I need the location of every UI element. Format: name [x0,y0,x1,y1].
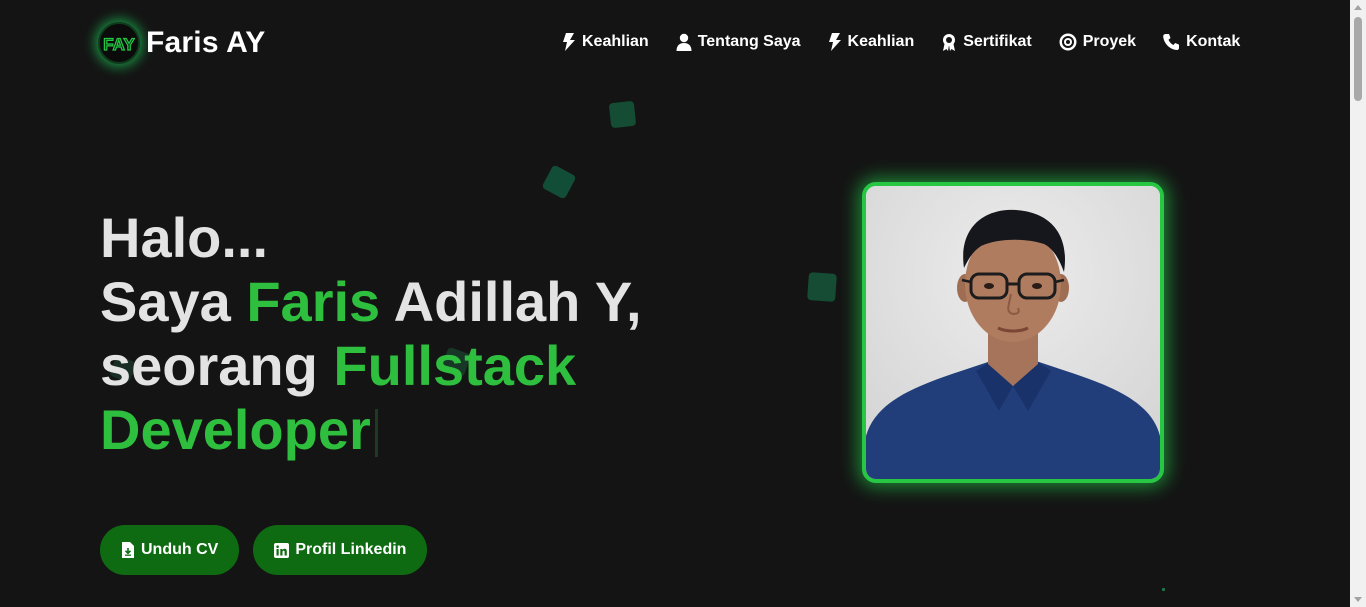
hero-highlight-role: Fullstack [333,334,577,397]
nav-item-label: Sertifikat [963,33,1032,50]
nav-item-label: Kontak [1186,33,1241,50]
hero-highlight-developer: Developer [100,398,371,461]
target-icon [1059,33,1077,51]
typing-cursor [374,409,378,457]
nav-item-keahlian[interactable]: Keahlian [562,33,649,51]
decorative-square [541,164,577,200]
nav-item-sertifikat[interactable]: Sertifikat [941,33,1032,51]
svg-text:FAY: FAY [103,35,135,54]
nav-item-label: Proyek [1082,33,1137,50]
download-cv-button[interactable]: Unduh CV [100,525,240,575]
main-nav: Keahlian Tentang Saya Keahlian Sertifika… [562,33,1240,51]
logo: FAY [98,22,140,64]
page-scrollbar[interactable] [1350,0,1366,607]
decorative-square [807,272,837,302]
hero-line-role-2: Developer [100,398,642,462]
hero-line-greeting: Halo... [100,206,269,269]
brand-name: Faris AY [146,26,266,59]
nav-item-label: Keahlian [847,33,915,50]
nav-item-label: Keahlian [582,33,649,50]
decorative-square [608,100,637,129]
bolt-icon [828,33,841,51]
hero-highlight-name: Faris [246,270,381,333]
bolt-icon [563,33,575,51]
header: FAY Faris AY Keahlian Tentang Saya Keahl… [0,0,1350,88]
user-icon [676,33,692,51]
nav-item-label: Tentang Saya [697,33,801,50]
hero-buttons: Unduh CV Profil Linkedin [100,525,428,575]
award-icon [943,34,956,51]
scroll-down-arrow-icon[interactable] [1354,597,1362,602]
hero-line-name: Saya Faris Adillah Y, [100,270,642,334]
hero-text: Adillah Y, [380,270,642,333]
hero-text: Saya [100,270,247,333]
hero-text: seorang [100,334,334,397]
hero-line-role: seorang Fullstack [100,334,642,398]
hero-heading: Halo... Saya Faris Adillah Y, seorang Fu… [100,206,642,462]
page: FAY Faris AY Keahlian Tentang Saya Keahl… [0,0,1366,607]
linkedin-profile-button[interactable]: Profil Linkedin [253,525,428,575]
nav-item-proyek[interactable]: Proyek [1059,33,1136,51]
nav-item-tentang-saya[interactable]: Tentang Saya [676,33,801,51]
linkedin-icon [274,542,290,558]
nav-item-keahlian-2[interactable]: Keahlian [828,33,915,51]
logo-icon: FAY [103,34,135,54]
scroll-up-arrow-icon[interactable] [1354,5,1362,10]
nav-item-kontak[interactable]: Kontak [1163,33,1240,51]
decorative-dot [1162,588,1165,591]
profile-photo [862,182,1164,483]
linkedin-profile-label: Profil Linkedin [295,541,407,558]
download-cv-label: Unduh CV [141,541,219,558]
file-download-icon [122,542,134,558]
phone-icon [1163,34,1180,50]
scrollbar-thumb[interactable] [1354,17,1362,101]
brand[interactable]: FAY Faris AY [98,22,265,64]
profile-photo-image [866,186,1160,479]
